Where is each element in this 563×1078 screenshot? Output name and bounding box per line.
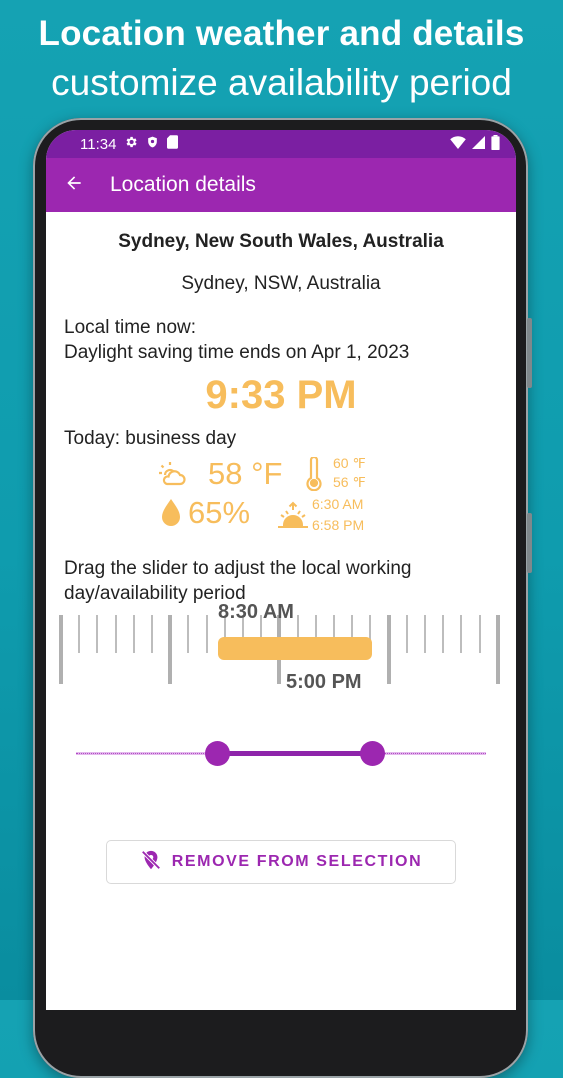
remove-button-label: REMOVE FROM SELECTION — [171, 853, 423, 870]
slider-active-track — [218, 751, 372, 756]
shield-icon — [146, 135, 159, 153]
promo-title: Location weather and details — [38, 14, 525, 53]
slider-instructions: Drag the slider to adjust the local work… — [64, 558, 412, 604]
phone-screen: 11:34 Location details Sydney, New South… — [46, 130, 516, 1010]
slider-end-thumb[interactable] — [360, 741, 385, 766]
local-time-label: Local time now: — [64, 317, 197, 338]
timeline-hour-tick — [495, 615, 500, 684]
sunrise-sunset-icon — [277, 501, 309, 534]
promo-subtitle: customize availability period — [51, 62, 512, 103]
timeline-hour-tick — [78, 615, 81, 653]
temperature-low: 56 ℉ — [333, 474, 366, 490]
timeline-hour-tick — [187, 615, 190, 653]
sd-card-icon — [167, 135, 179, 153]
humidity-drop-icon — [161, 499, 181, 532]
partly-cloudy-icon — [158, 461, 186, 492]
status-time: 11:34 — [80, 135, 117, 153]
remove-from-selection-button[interactable]: REMOVE FROM SELECTION — [106, 840, 456, 884]
back-button[interactable] — [62, 173, 86, 197]
wifi-icon — [450, 135, 466, 153]
timeline-hour-tick — [59, 615, 63, 684]
battery-icon — [491, 134, 500, 154]
arrow-left-icon — [64, 173, 84, 198]
local-time-info: Local time now: Daylight saving time end… — [64, 315, 516, 365]
volume-button — [527, 318, 532, 388]
sunrise-time: 6:30 AM — [312, 496, 364, 512]
timeline-hour-tick — [132, 615, 135, 653]
location-full-name: Sydney, New South Wales, Australia — [118, 231, 444, 252]
gear-icon — [124, 135, 138, 153]
today-status: Today: business day — [64, 428, 237, 449]
humidity-value: 65% — [188, 495, 251, 530]
app-bar: Location details — [46, 158, 516, 212]
location-details-content: Sydney, New South Wales, Australia Sydne… — [46, 231, 516, 768]
availability-timeline: 8:30 AM 5:00 PM — [46, 601, 516, 722]
timeline-hour-tick — [442, 615, 445, 653]
slider-start-thumb[interactable] — [205, 741, 230, 766]
weather-panel: 58 °F 60 ℉ 56 ℉ 65% 6:30 AM 6:58 PM — [46, 455, 516, 544]
timeline-hour-tick — [424, 615, 426, 653]
timeline-hour-tick — [96, 615, 99, 653]
timeline-hour-tick — [405, 615, 408, 653]
availability-range-slider[interactable] — [46, 738, 516, 768]
status-bar: 11:34 — [46, 130, 516, 158]
timeline-hour-tick — [205, 615, 208, 653]
local-time-value: 9:33 PM — [205, 373, 357, 417]
timeline-hour-tick — [114, 615, 117, 653]
availability-start-label: 8:30 AM — [218, 601, 294, 623]
availability-end-label: 5:00 PM — [286, 671, 362, 693]
temperature-value: 58 °F — [208, 456, 283, 491]
location-off-icon — [140, 849, 162, 876]
thermometer-icon — [305, 455, 323, 496]
sunset-time: 6:58 PM — [312, 517, 365, 533]
page-title: Location details — [110, 173, 256, 196]
availability-range-bar — [218, 637, 372, 660]
dst-note: Daylight saving time ends on Apr 1, 2023 — [64, 342, 410, 363]
timeline-hour-tick — [478, 615, 481, 653]
timeline-hour-tick — [460, 615, 463, 653]
timeline-hour-tick — [168, 615, 173, 684]
signal-icon — [472, 135, 485, 153]
timeline-hour-tick — [151, 615, 153, 653]
timeline-hour-tick — [386, 615, 391, 684]
temperature-high: 60 ℉ — [333, 455, 366, 471]
power-button — [527, 513, 532, 573]
location-short-name: Sydney, NSW, Australia — [181, 273, 381, 294]
